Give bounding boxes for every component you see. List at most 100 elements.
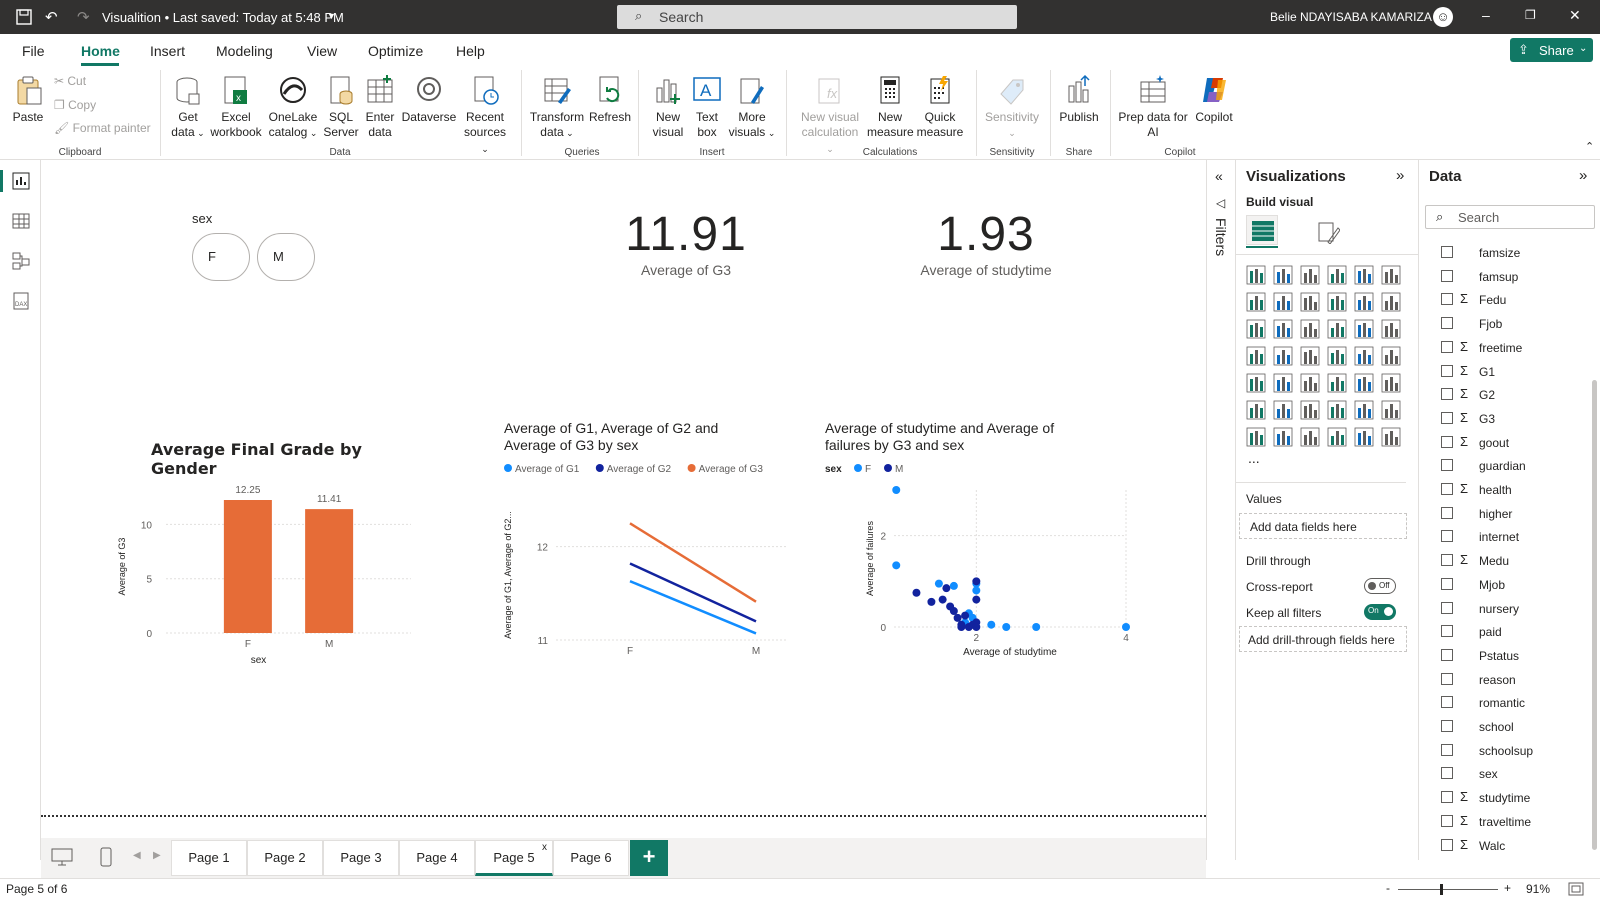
field-item[interactable]: Σ G2 [1419, 385, 1589, 405]
100-bar-visual-icon[interactable] [1354, 265, 1374, 285]
field-checkbox[interactable] [1441, 506, 1453, 519]
100-area-visual-icon[interactable] [1327, 292, 1347, 312]
donut-visual-icon[interactable] [1381, 319, 1401, 339]
page-tab-3[interactable]: Page 3 [323, 840, 399, 876]
clustered-column-visual-icon[interactable] [1327, 265, 1347, 285]
tab-view[interactable]: View [307, 43, 337, 59]
field-checkbox[interactable] [1441, 317, 1453, 330]
field-item[interactable]: Σ G3 [1419, 409, 1589, 429]
undo-icon[interactable]: ↶ [45, 8, 58, 26]
paginated-visual-icon[interactable] [1246, 427, 1266, 447]
power-apps-visual-icon[interactable] [1273, 427, 1293, 447]
table-visual-icon[interactable] [1327, 373, 1347, 393]
goals-visual-icon[interactable] [1381, 427, 1401, 447]
field-item[interactable]: paid [1419, 622, 1589, 642]
build-visual-tab[interactable] [1246, 215, 1278, 245]
transform-data-button[interactable]: Transform data ⌄ [528, 74, 586, 141]
slicer-option-m[interactable]: M [257, 233, 315, 281]
zoom-in-icon[interactable]: + [1504, 881, 1511, 895]
stacked-bar-visual-icon[interactable] [1246, 265, 1266, 285]
desktop-layout-icon[interactable] [51, 848, 73, 866]
card-average-g3[interactable]: 11.91 Average of G3 [586, 208, 786, 278]
tab-insert[interactable]: Insert [150, 43, 185, 59]
field-item[interactable]: schoolsup [1419, 741, 1589, 761]
field-checkbox[interactable] [1441, 269, 1453, 282]
line-visual-icon[interactable] [1246, 292, 1266, 312]
100-column-visual-icon[interactable] [1381, 265, 1401, 285]
treemap-visual-icon[interactable] [1246, 346, 1266, 366]
field-item[interactable]: famsup [1419, 267, 1589, 287]
quick-measure-button[interactable]: Quick measure [916, 74, 964, 140]
key-influencers-visual-icon[interactable] [1273, 400, 1293, 420]
user-name[interactable]: Belie NDAYISABA KAMARIZA [1270, 10, 1432, 24]
text-box-button[interactable]: A Text box [690, 74, 724, 140]
field-item[interactable]: Σ Walc [1419, 836, 1589, 856]
field-checkbox[interactable] [1441, 364, 1453, 377]
line-clustered-visual-icon[interactable] [1381, 292, 1401, 312]
add-page-button[interactable]: + [630, 840, 668, 876]
minimize-icon[interactable]: – [1482, 7, 1490, 23]
field-checkbox[interactable] [1441, 388, 1453, 401]
filters-pane-collapsed[interactable]: « ◁ Filters [1206, 160, 1236, 860]
field-item[interactable]: Σfreetime [1419, 338, 1589, 358]
field-item[interactable]: Σ G1 [1419, 362, 1589, 382]
format-painter-button[interactable]: 🖌 Format painter [54, 121, 151, 136]
field-item[interactable]: Mjob [1419, 575, 1589, 595]
field-item[interactable]: Pstatus [1419, 646, 1589, 666]
paste-button[interactable]: Paste [8, 74, 48, 125]
stacked-column-visual-icon[interactable] [1273, 265, 1293, 285]
waterfall-visual-icon[interactable] [1273, 319, 1293, 339]
shape-map-visual-icon[interactable] [1354, 427, 1374, 447]
onelake-catalog-button[interactable]: OneLake catalog ⌄ [267, 74, 319, 141]
field-item[interactable]: Σgoout [1419, 433, 1589, 453]
power-automate-visual-icon[interactable] [1300, 427, 1320, 447]
field-checkbox[interactable] [1441, 459, 1453, 472]
line-chart-visual[interactable]: Average of G1, Average of G2 and Average… [496, 420, 786, 660]
close-icon[interactable]: ✕ [1569, 7, 1581, 24]
copy-button[interactable]: ❐ Copy [54, 98, 96, 113]
dax-query-view-icon[interactable]: DAX [12, 292, 30, 310]
cross-report-toggle[interactable]: Off [1364, 578, 1396, 594]
format-visual-icon[interactable] [1316, 220, 1340, 244]
field-checkbox[interactable] [1441, 435, 1453, 448]
azure-map-visual-icon[interactable] [1327, 346, 1347, 366]
field-checkbox[interactable] [1441, 814, 1453, 827]
values-drop-zone[interactable]: Add data fields here [1239, 513, 1407, 539]
pie-visual-icon[interactable] [1354, 319, 1374, 339]
redo-icon[interactable]: ↷ [77, 8, 90, 26]
save-icon[interactable] [16, 9, 32, 25]
collapse-ribbon-icon[interactable]: ⌃ [1585, 140, 1594, 153]
field-item[interactable]: famsize [1419, 243, 1589, 263]
field-checkbox[interactable] [1441, 554, 1453, 567]
zoom-slider-thumb[interactable] [1440, 884, 1443, 895]
filled-map-visual-icon[interactable] [1300, 346, 1320, 366]
field-checkbox[interactable] [1441, 625, 1453, 638]
scatter-visual-icon[interactable] [1327, 319, 1347, 339]
document-title[interactable]: Visualition • Last saved: Today at 5:48 … [102, 10, 344, 25]
map-visual-icon[interactable] [1273, 346, 1293, 366]
model-view-icon[interactable] [12, 252, 30, 270]
tab-file[interactable]: File [22, 43, 45, 59]
page-tab-6[interactable]: Page 6 [553, 840, 629, 876]
field-item[interactable]: Fjob [1419, 314, 1589, 334]
copilot-button[interactable]: Copilot [1190, 74, 1238, 125]
scroll-left-icon[interactable]: ◀ [133, 850, 141, 861]
avatar[interactable]: ☺ [1433, 7, 1453, 27]
field-item[interactable]: internet [1419, 527, 1589, 547]
drill-through-drop-zone[interactable]: Add drill-through fields here [1239, 626, 1407, 652]
field-checkbox[interactable] [1441, 696, 1453, 709]
keep-all-filters-toggle[interactable]: On [1364, 604, 1396, 620]
fit-to-page-icon[interactable] [1568, 882, 1584, 896]
field-item[interactable]: school [1419, 717, 1589, 737]
field-item[interactable]: Σtraveltime [1419, 812, 1589, 832]
multi-row-card-visual-icon[interactable] [1246, 373, 1266, 393]
more-visuals-button[interactable]: More visuals ⌄ [728, 74, 776, 141]
field-item[interactable]: guardian [1419, 456, 1589, 476]
zoom-out-icon[interactable]: - [1386, 881, 1390, 895]
field-item[interactable]: Σ Fedu [1419, 290, 1589, 310]
slicer-visual-icon[interactable] [1300, 373, 1320, 393]
collapse-pane-icon[interactable]: » [1396, 167, 1404, 184]
zoom-slider[interactable] [1398, 889, 1498, 890]
field-checkbox[interactable] [1441, 483, 1453, 495]
ribbon-visual-icon[interactable] [1246, 319, 1266, 339]
